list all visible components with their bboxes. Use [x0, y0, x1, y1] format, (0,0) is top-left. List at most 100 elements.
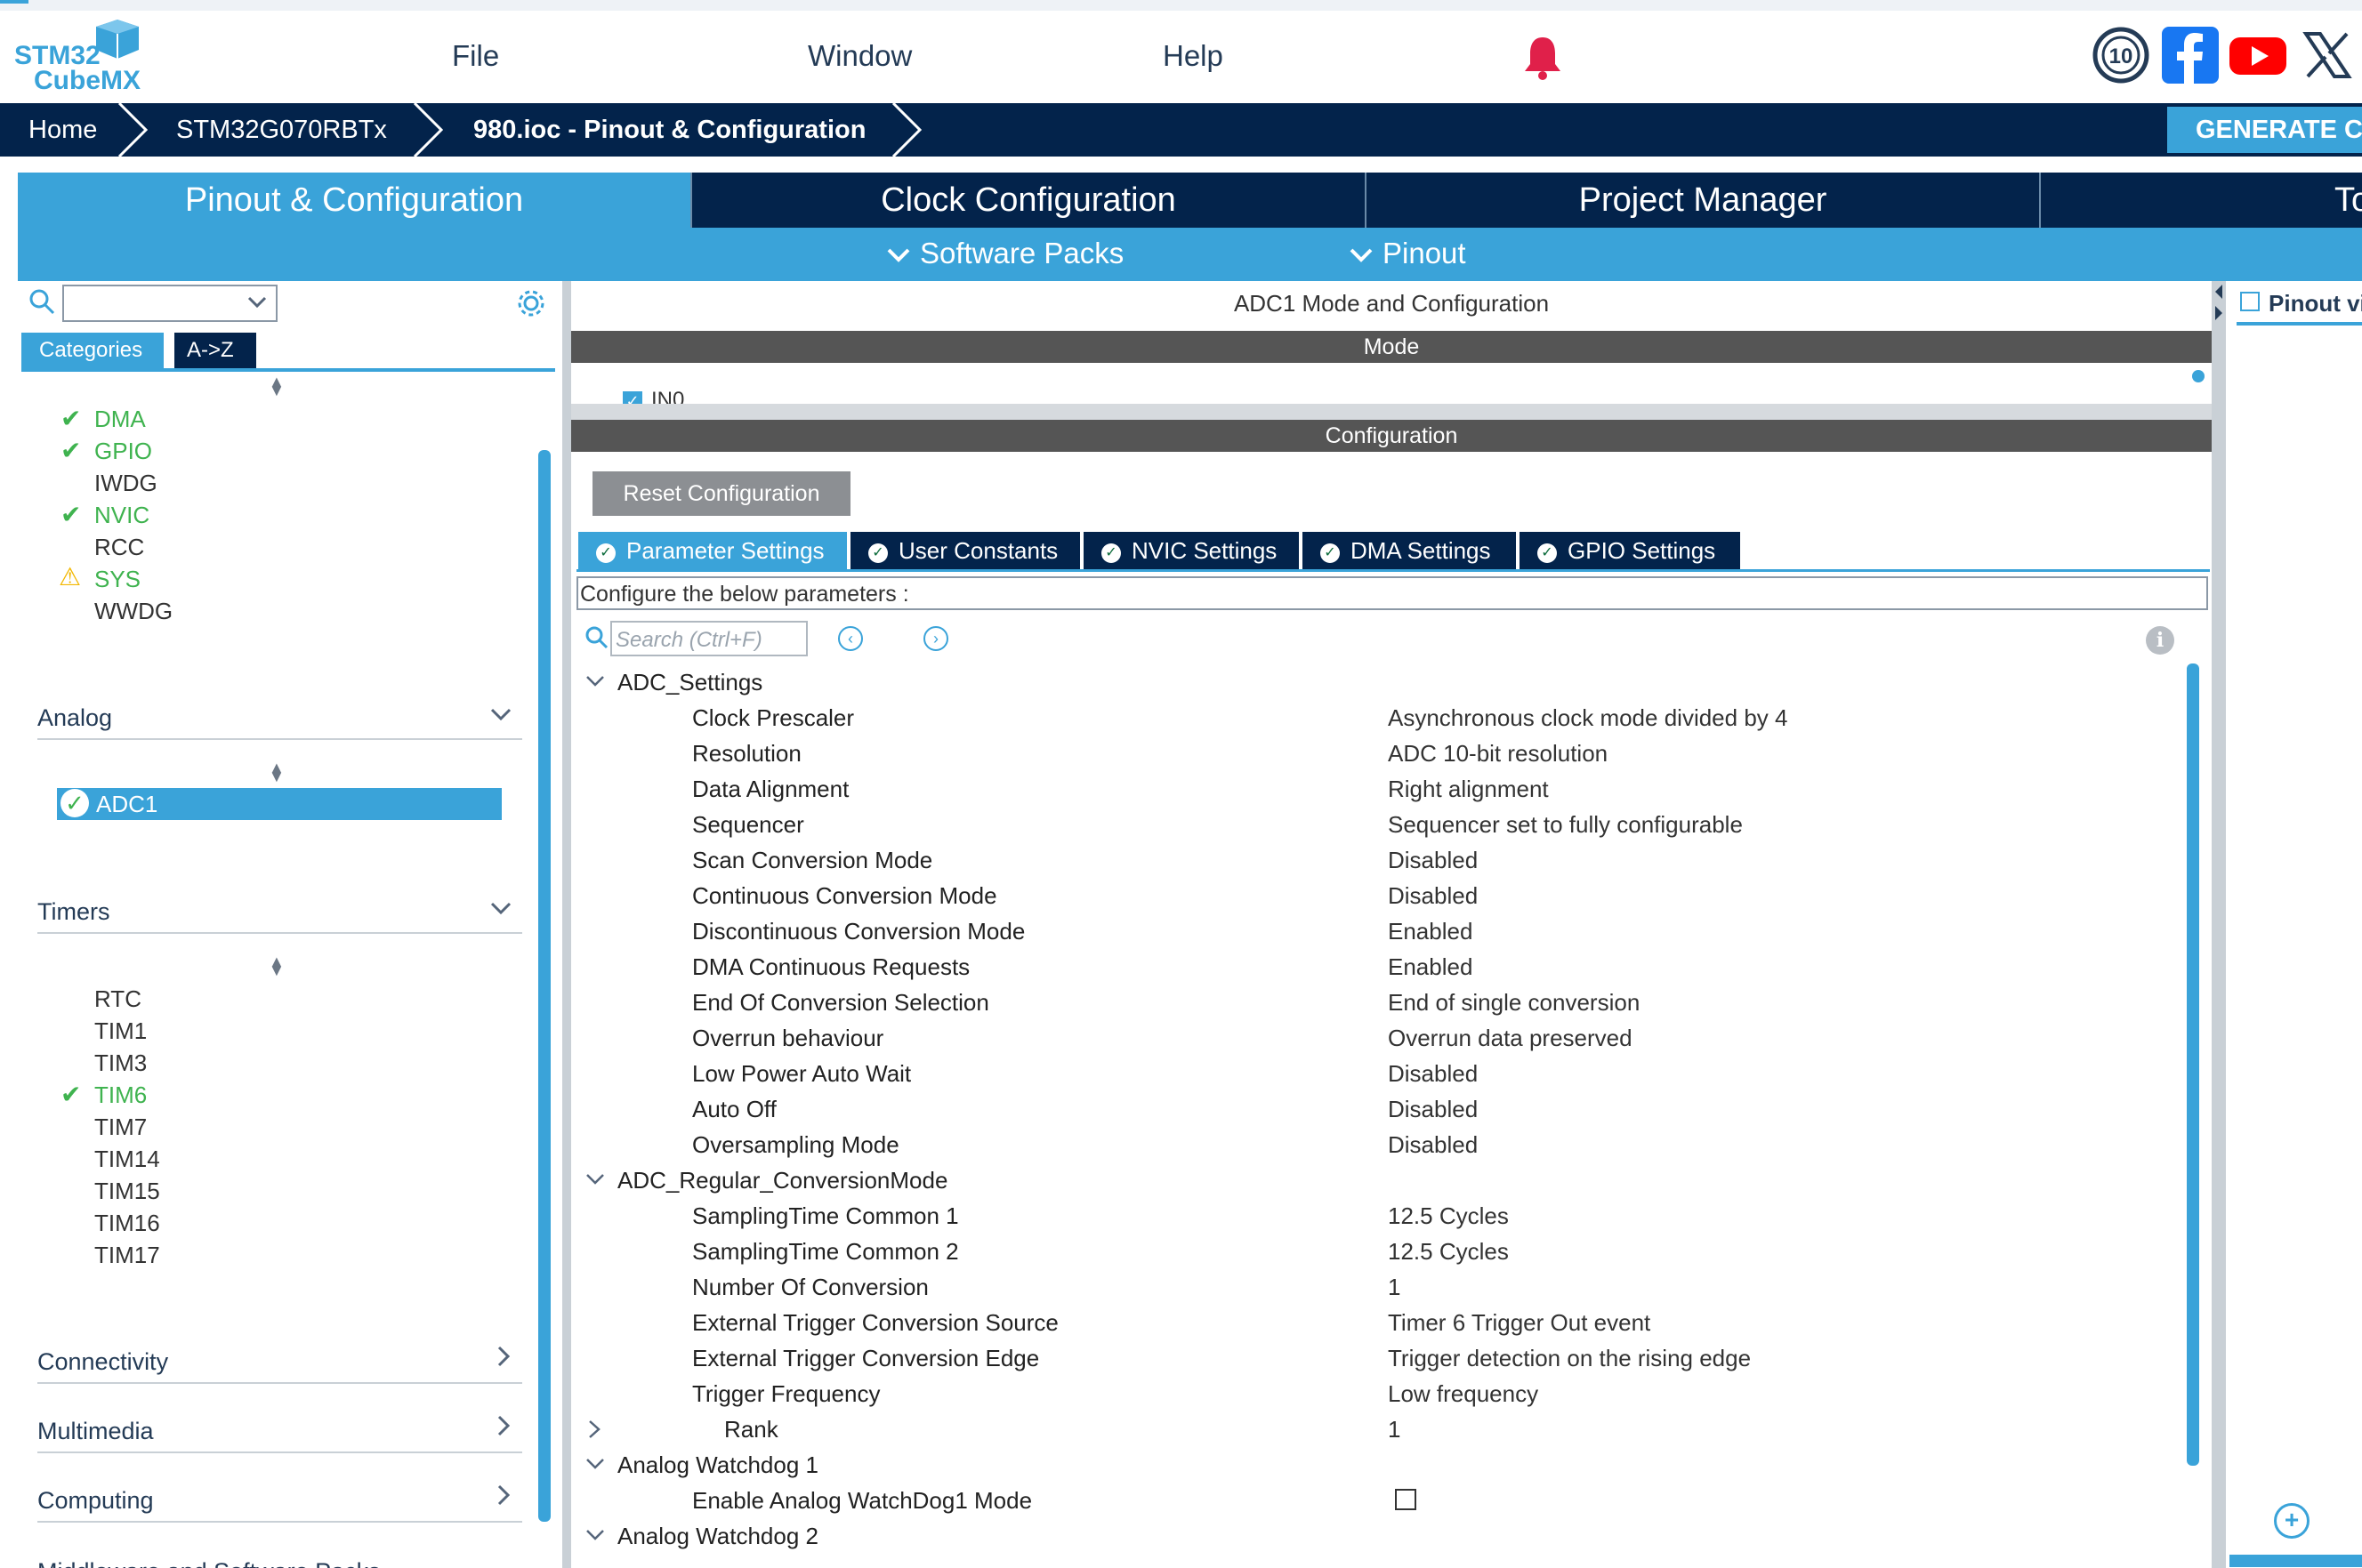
search-next-icon[interactable]: ›: [923, 626, 948, 651]
category-item-dma[interactable]: ✔ DMA: [60, 405, 146, 433]
search-previous-icon[interactable]: ‹: [838, 626, 863, 651]
category-item-rcc[interactable]: RCC: [94, 534, 144, 561]
youtube-icon[interactable]: [2229, 27, 2286, 84]
category-header-connectivity[interactable]: Connectivity: [37, 1339, 522, 1384]
breadcrumb-separator-icon: [117, 103, 149, 157]
menu-file[interactable]: File: [452, 39, 499, 73]
tab-tools[interactable]: Tools: [2041, 173, 2362, 228]
splitter[interactable]: [571, 404, 2212, 420]
param-value[interactable]: Overrun data preserved: [1388, 1025, 1632, 1052]
param-rank[interactable]: Rank: [589, 1416, 778, 1443]
breadcrumb-project[interactable]: 980.ioc - Pinout & Configuration: [473, 116, 866, 145]
generate-code-button[interactable]: GENERATE CODE: [2167, 107, 2362, 153]
sort-arrows-icon[interactable]: ▲ ▼: [269, 374, 285, 398]
facebook-icon[interactable]: [2162, 27, 2219, 84]
param-value[interactable]: Right alignment: [1388, 776, 1549, 803]
enable-watchdog1-checkbox[interactable]: [1395, 1489, 1416, 1510]
param-value[interactable]: Sequencer set to fully configurable: [1388, 811, 1743, 839]
param-value[interactable]: 1: [1388, 1416, 1400, 1443]
param-value[interactable]: Disabled: [1388, 847, 1478, 874]
sort-arrows-icon[interactable]: ▲ ▼: [269, 760, 285, 784]
pinout-menu[interactable]: Pinout: [1349, 237, 1466, 270]
panel-divider[interactable]: [562, 281, 571, 1568]
category-item-tim14[interactable]: TIM14: [94, 1146, 160, 1173]
category-item-nvic[interactable]: ✔ NVIC: [60, 501, 149, 529]
menu-window[interactable]: Window: [808, 39, 912, 73]
tab-dma-settings[interactable]: ✓ DMA Settings: [1302, 532, 1518, 569]
category-header-analog[interactable]: Analog: [37, 696, 522, 740]
tab-pinout-view[interactable]: Pinout view: [2237, 290, 2362, 326]
category-item-tim16[interactable]: TIM16: [94, 1210, 160, 1237]
category-item-tim6[interactable]: ✔ TIM6: [60, 1081, 147, 1109]
tab-user-constants[interactable]: ✓ User Constants: [850, 532, 1082, 569]
tab-a-z[interactable]: A->Z: [174, 333, 256, 368]
param-group-adc-regular-conversion-mode[interactable]: ADC_Regular_ConversionMode: [586, 1167, 947, 1194]
pinout-horizontal-scrollbar[interactable]: [2229, 1555, 2362, 1567]
tab-categories[interactable]: Categories: [21, 333, 164, 368]
anniversary-badge-icon[interactable]: 10: [2092, 27, 2149, 84]
category-item-rtc[interactable]: RTC: [94, 985, 141, 1013]
param-value[interactable]: Disabled: [1388, 1131, 1478, 1159]
param-value[interactable]: Enabled: [1388, 953, 1472, 981]
param-value[interactable]: Trigger detection on the rising edge: [1388, 1345, 1751, 1372]
param-group-adc-settings[interactable]: ADC_Settings: [586, 669, 762, 696]
parameter-search-input[interactable]: Search (Ctrl+F): [610, 621, 808, 656]
category-item-tim1[interactable]: TIM1: [94, 1017, 147, 1045]
param-value[interactable]: 12.5 Cycles: [1388, 1238, 1509, 1266]
category-header-computing[interactable]: Computing: [37, 1478, 522, 1523]
sort-arrows-icon[interactable]: ▲ ▼: [269, 953, 285, 978]
mode-scrollbar[interactable]: [2192, 370, 2205, 382]
notification-bell-icon[interactable]: [1523, 36, 1562, 84]
category-item-tim15[interactable]: TIM15: [94, 1178, 160, 1205]
tab-parameter-settings[interactable]: ✓ Parameter Settings: [578, 532, 849, 569]
parameters-scrollbar[interactable]: [2187, 663, 2199, 1466]
categories-scrollbar[interactable]: [538, 450, 551, 1522]
param-value[interactable]: Disabled: [1388, 1060, 1478, 1088]
reset-configuration-button[interactable]: Reset Configuration: [593, 471, 850, 516]
tab-clock-configuration[interactable]: Clock Configuration: [692, 173, 1366, 228]
collapse-arrows-icon[interactable]: [2212, 281, 2226, 334]
tab-gpio-settings[interactable]: ✓ GPIO Settings: [1520, 532, 1740, 569]
category-header-multimedia[interactable]: Multimedia: [37, 1409, 522, 1453]
category-item-iwdg[interactable]: IWDG: [94, 470, 157, 497]
gear-icon[interactable]: [516, 288, 546, 323]
category-item-tim3[interactable]: TIM3: [94, 1049, 147, 1077]
category-search-combo[interactable]: [62, 285, 278, 322]
param-value[interactable]: 12.5 Cycles: [1388, 1202, 1509, 1230]
panel-divider[interactable]: [2212, 281, 2226, 1568]
tab-project-manager[interactable]: Project Manager: [1366, 173, 2041, 228]
category-item-tim7[interactable]: TIM7: [94, 1114, 147, 1141]
category-item-tim17[interactable]: TIM17: [94, 1242, 160, 1269]
category-item-sys[interactable]: ⚠ SYS: [59, 563, 141, 593]
param-group-analog-watchdog-2[interactable]: Analog Watchdog 2: [586, 1523, 818, 1550]
param-value[interactable]: Asynchronous clock mode divided by 4: [1388, 704, 1787, 732]
software-packs-menu[interactable]: Software Packs: [886, 237, 1124, 270]
param-name: External Trigger Conversion Source: [692, 1309, 1059, 1336]
param-value[interactable]: Enabled: [1388, 918, 1472, 945]
info-icon[interactable]: i: [2146, 626, 2174, 655]
param-value[interactable]: Disabled: [1388, 882, 1478, 910]
param-value[interactable]: Low frequency: [1388, 1380, 1538, 1408]
param-value[interactable]: Disabled: [1388, 1096, 1478, 1123]
breadcrumb-mcu[interactable]: STM32G070RBTx: [176, 116, 387, 145]
x-twitter-icon[interactable]: [2299, 27, 2356, 84]
category-item-wwdg[interactable]: WWDG: [94, 598, 173, 625]
param-value[interactable]: Timer 6 Trigger Out event: [1388, 1309, 1650, 1337]
param-group-analog-watchdog-1[interactable]: Analog Watchdog 1: [586, 1451, 818, 1479]
breadcrumb: Home STM32G070RBTx 980.ioc - Pinout & Co…: [0, 103, 2362, 157]
mode-area: [571, 363, 2212, 404]
category-header-timers[interactable]: Timers: [37, 889, 522, 934]
menu-help[interactable]: Help: [1163, 39, 1223, 73]
param-value[interactable]: End of single conversion: [1388, 989, 1640, 1017]
main-tab-bar: Pinout & Configuration Clock Configurati…: [18, 173, 2362, 228]
breadcrumb-home[interactable]: Home: [28, 116, 97, 145]
param-value[interactable]: ADC 10-bit resolution: [1388, 740, 1608, 768]
category-item-adc1[interactable]: ✓ ADC1: [57, 788, 502, 820]
category-item-gpio[interactable]: ✔ GPIO: [60, 437, 152, 465]
category-header-middleware[interactable]: Middleware and Software Packs: [37, 1548, 522, 1568]
param-value[interactable]: 1: [1388, 1274, 1400, 1301]
param-name: Scan Conversion Mode: [692, 847, 933, 873]
zoom-in-icon[interactable]: +: [2274, 1503, 2310, 1539]
tab-pinout-configuration[interactable]: Pinout & Configuration: [18, 173, 692, 228]
tab-nvic-settings[interactable]: ✓ NVIC Settings: [1084, 532, 1301, 569]
